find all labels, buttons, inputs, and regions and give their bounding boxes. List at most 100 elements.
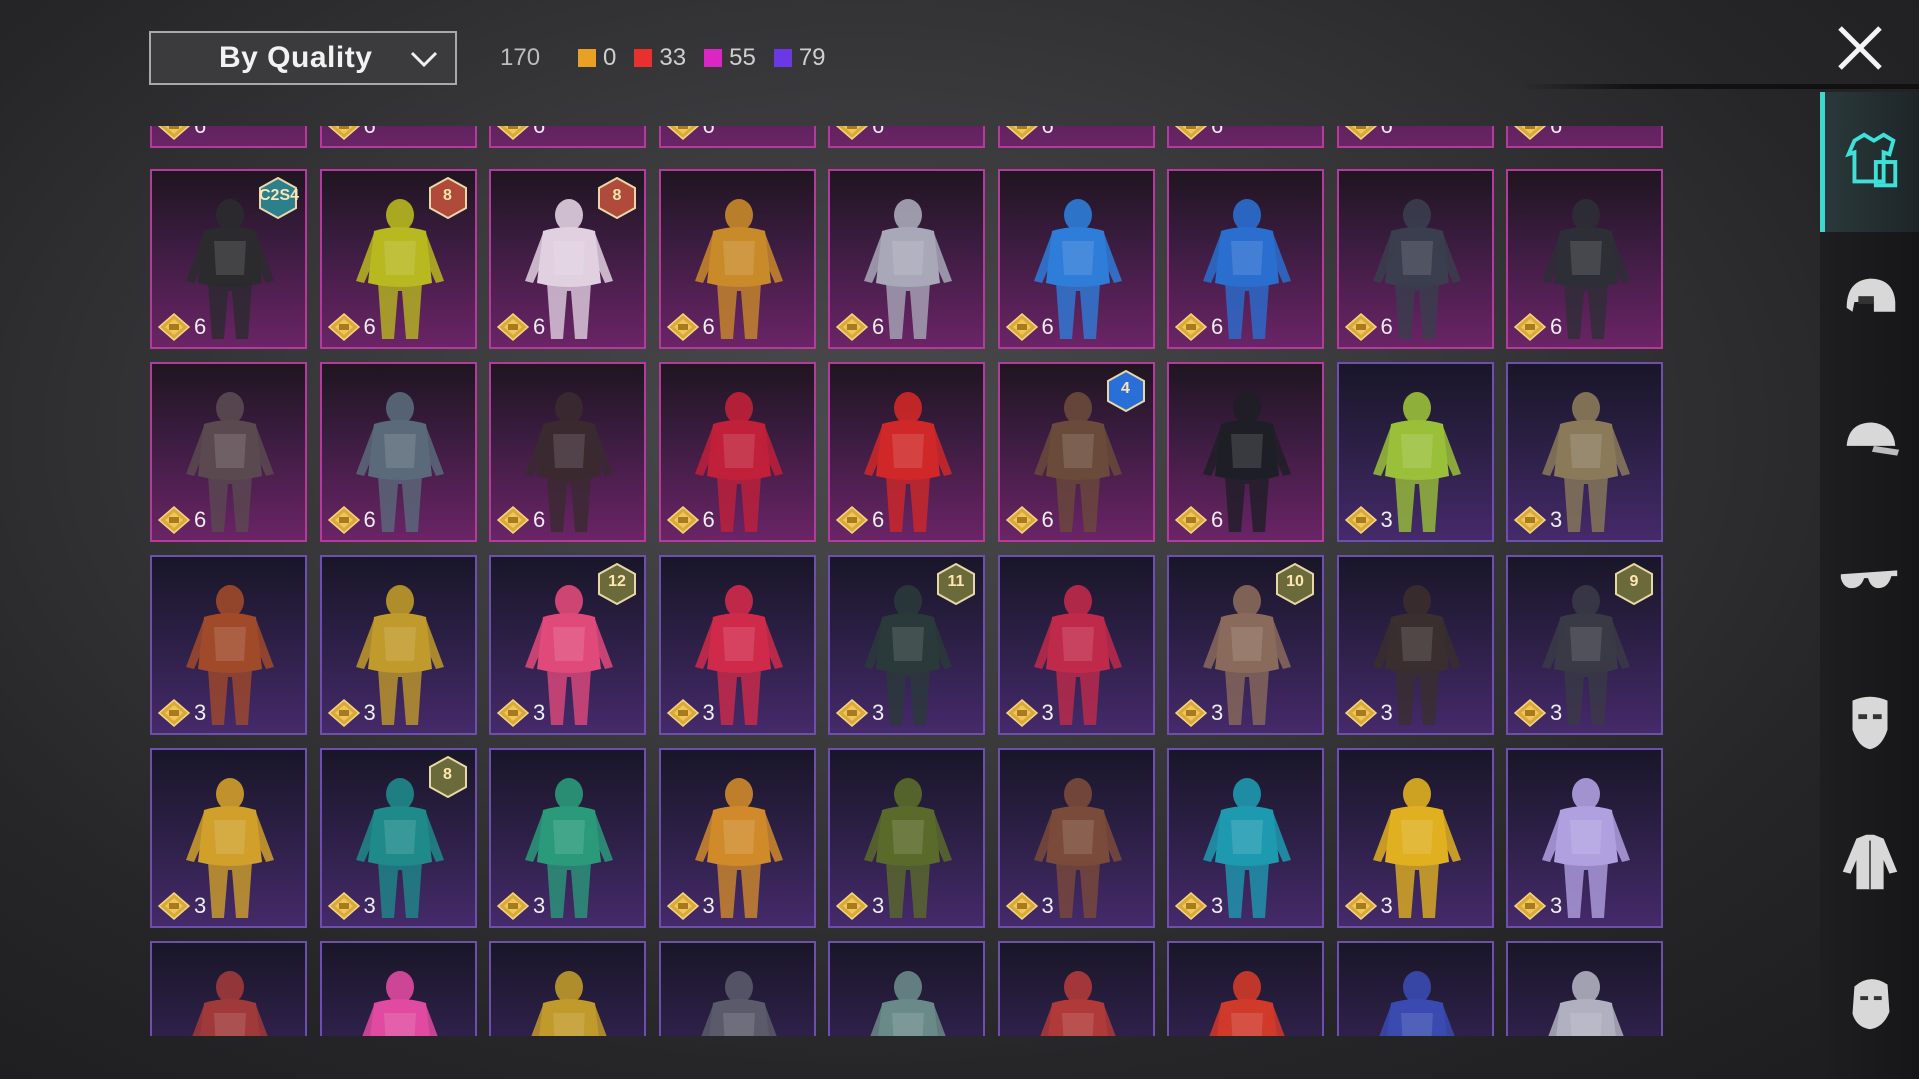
outfit-card[interactable]: 3 xyxy=(1336,362,1494,542)
outfit-card[interactable]: 6 xyxy=(658,126,816,148)
outfit-card[interactable]: 6 xyxy=(828,126,985,148)
outfit-card[interactable]: 39 xyxy=(1506,555,1663,735)
outfit-card[interactable]: 6 xyxy=(828,362,985,542)
outfit-card[interactable]: 3 xyxy=(997,748,1155,928)
outfit-card[interactable]: 6 xyxy=(150,126,307,148)
orange-count: 0 xyxy=(603,44,617,71)
top-bar: By Quality 170 0 33 55 79 xyxy=(0,0,1919,110)
outfit-card[interactable]: 68 xyxy=(489,169,646,349)
outfit-card[interactable]: 3 xyxy=(828,748,985,928)
outfit-card[interactable] xyxy=(828,941,985,1036)
gem-icon xyxy=(158,126,190,140)
category-tab-helmet[interactable] xyxy=(1820,232,1919,372)
outfit-card[interactable]: 3 xyxy=(489,748,646,928)
season-badge: 12 xyxy=(598,562,636,606)
outfit-card[interactable]: 6 C2S4 xyxy=(150,169,307,349)
outfit-card[interactable]: 3 10 xyxy=(1167,555,1324,735)
outfit-card[interactable]: 6 xyxy=(489,362,646,542)
outfit-card[interactable]: 64 xyxy=(997,362,1155,542)
cost-tag: 3 xyxy=(1514,506,1562,534)
outfit-card[interactable]: 3 11 xyxy=(828,555,985,735)
gem-icon xyxy=(836,313,868,341)
outfit-card[interactable] xyxy=(658,941,816,1036)
gem-icon xyxy=(158,699,190,727)
gem-icon xyxy=(327,313,360,341)
cost-tag: 6 xyxy=(158,313,206,341)
outfit-card[interactable]: 3 xyxy=(1336,555,1494,735)
outfit-card[interactable]: 6 xyxy=(1506,126,1663,148)
cost-tag: 3 xyxy=(1175,699,1223,727)
red-swatch xyxy=(634,49,653,67)
pink-count: 55 xyxy=(729,44,756,71)
outfit-card[interactable]: 3 xyxy=(1506,748,1663,928)
outfit-card[interactable]: 6 xyxy=(1336,126,1494,148)
outfit-card[interactable] xyxy=(1506,941,1663,1036)
cost-tag: 6 xyxy=(666,506,715,534)
category-tab-outfit[interactable] xyxy=(1820,92,1919,232)
pink-swatch xyxy=(704,49,723,67)
outfit-card[interactable] xyxy=(489,941,646,1036)
outfit-card[interactable]: 6 xyxy=(1167,362,1324,542)
outfit-card[interactable]: 6 xyxy=(828,169,985,349)
outfit-card[interactable]: 6 xyxy=(997,169,1155,349)
outfit-card[interactable]: 6 xyxy=(658,169,816,349)
outfit-card[interactable]: 3 xyxy=(658,555,816,735)
cost-tag: 3 xyxy=(327,892,376,920)
gem-icon xyxy=(1514,313,1546,341)
gem-icon xyxy=(1514,506,1546,534)
sort-dropdown[interactable]: By Quality xyxy=(149,31,457,85)
outfit-card[interactable]: 3 xyxy=(319,555,477,735)
category-tab-glasses[interactable] xyxy=(1820,512,1919,652)
purple-count: 79 xyxy=(798,44,826,71)
category-tab-jacket[interactable] xyxy=(1820,792,1919,932)
outfit-card[interactable]: 3 12 xyxy=(489,555,646,735)
category-tab-mask[interactable] xyxy=(1820,652,1919,792)
cost-tag: 6 xyxy=(497,313,545,341)
item-grid-viewport[interactable]: 6666666666C2S468686666666666664633333123… xyxy=(150,126,1670,1036)
outfit-card[interactable]: 6 xyxy=(1167,169,1324,349)
badge-label: 12 xyxy=(608,573,626,590)
cost-tag: 6 xyxy=(327,313,376,341)
outfit-card[interactable]: 6 xyxy=(1506,169,1663,349)
total-count: 170 xyxy=(500,44,541,71)
cost-tag: 6 xyxy=(1005,126,1054,140)
gem-icon xyxy=(666,699,699,727)
outfit-card[interactable] xyxy=(1167,941,1324,1036)
outfit-card[interactable]: 3 xyxy=(1167,748,1324,928)
gem-icon xyxy=(497,506,529,534)
outfit-card[interactable] xyxy=(1336,941,1494,1036)
cost-value: 3 xyxy=(872,893,885,918)
outfit-card[interactable] xyxy=(997,941,1155,1036)
close-icon[interactable] xyxy=(1834,22,1886,74)
gem-icon xyxy=(666,892,699,920)
outfit-card[interactable]: 68 xyxy=(319,169,477,349)
outfit-preview-image xyxy=(870,971,946,1036)
outfit-card[interactable]: 6 xyxy=(658,362,816,542)
outfit-card[interactable]: 3 xyxy=(1506,362,1663,542)
outfit-card[interactable]: 3 xyxy=(1336,748,1494,928)
outfit-card[interactable]: 6 xyxy=(997,126,1155,148)
quality-counts: 170 0 33 55 79 xyxy=(500,42,844,74)
gem-icon xyxy=(327,699,360,727)
gem-icon xyxy=(497,699,529,727)
gem-icon xyxy=(1344,892,1377,920)
outfit-card[interactable]: 3 xyxy=(658,748,816,928)
outfit-card[interactable]: 6 xyxy=(1336,169,1494,349)
outfit-card[interactable]: 38 xyxy=(319,748,477,928)
outfit-card[interactable]: 6 xyxy=(489,126,646,148)
gem-icon xyxy=(666,506,699,534)
outfit-card[interactable]: 3 xyxy=(150,555,307,735)
outfit-card[interactable]: 6 xyxy=(150,362,307,542)
badge-label: 8 xyxy=(443,766,452,783)
outfit-card[interactable]: 3 xyxy=(150,748,307,928)
category-tab-face[interactable] xyxy=(1820,932,1919,1072)
outfit-card[interactable]: 6 xyxy=(319,126,477,148)
cost-value: 6 xyxy=(1381,126,1393,139)
outfit-card[interactable] xyxy=(319,941,477,1036)
outfit-card[interactable]: 6 xyxy=(319,362,477,542)
outfit-card[interactable]: 6 xyxy=(1167,126,1324,148)
outfit-card[interactable]: 3 xyxy=(997,555,1155,735)
category-tab-cap[interactable] xyxy=(1820,372,1919,512)
outfit-card[interactable] xyxy=(150,941,307,1036)
cost-tag: 3 xyxy=(666,699,715,727)
